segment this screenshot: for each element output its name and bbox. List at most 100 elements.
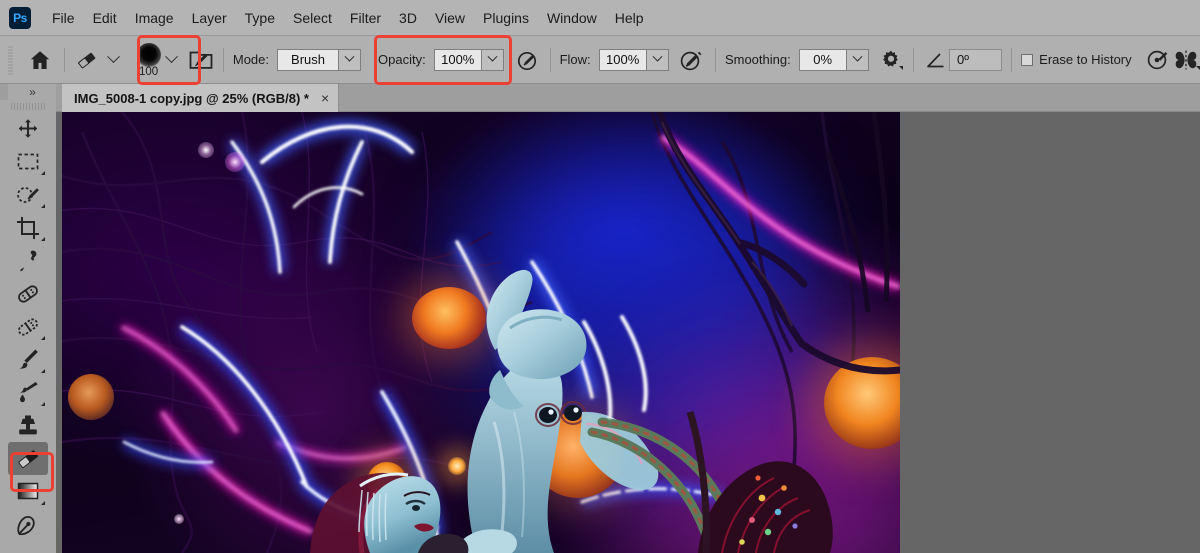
tool-group-corner	[41, 501, 45, 505]
brush-preview-icon	[136, 42, 161, 67]
menu-item-plugins[interactable]: Plugins	[474, 6, 538, 30]
menu-item-layer[interactable]: Layer	[183, 6, 236, 30]
sidebar-item-crop-tool[interactable]	[8, 211, 48, 244]
mode-value[interactable]: Brush	[277, 48, 340, 71]
sidebar-item-eyedropper-tool[interactable]	[8, 244, 48, 277]
gradient-icon	[17, 482, 39, 500]
light-sparkle	[174, 514, 184, 524]
foreground-vines	[655, 112, 900, 375]
eraser-icon	[18, 449, 38, 468]
smoothing-combo[interactable]: 0%	[798, 48, 869, 71]
healing-brush-icon	[18, 317, 38, 336]
menu-item-view[interactable]: View	[426, 6, 474, 30]
tool-group-corner	[41, 237, 45, 241]
divider	[549, 47, 551, 72]
flow-value[interactable]: 100%	[598, 48, 647, 71]
mode-combo[interactable]: Brush	[277, 48, 362, 71]
tool-preset-chevron-down-icon[interactable]	[107, 50, 121, 64]
chevron-glyph	[487, 51, 498, 62]
brush-size-value: 100	[139, 65, 159, 78]
sidebar-item-move-tool[interactable]	[8, 112, 48, 145]
opacity-combo[interactable]: 100%	[433, 48, 504, 71]
smoothing-value[interactable]: 0%	[798, 48, 847, 71]
document-tab-title: IMG_5008-1 copy.jpg @ 25% (RGB/8) *	[74, 90, 309, 106]
tool-options-bar: 100 Mode: Brush Opacity: 100% Flow: 100%…	[0, 36, 1200, 84]
flow-chevron-down-icon[interactable]	[646, 48, 669, 71]
brush-icon	[19, 349, 38, 369]
flow-combo[interactable]: 100%	[598, 48, 669, 71]
opacity-label: Opacity:	[378, 52, 426, 67]
pen-icon	[17, 515, 35, 535]
options-bar-grip[interactable]	[8, 44, 14, 75]
smoothing-label: Smoothing:	[724, 52, 791, 67]
tool-group-corner	[41, 171, 45, 175]
rectangular-marquee-icon	[17, 153, 39, 169]
chevron-glyph	[344, 51, 355, 62]
photoshop-window: Ps File Edit Image Layer Type Select Filter 3D V…	[0, 0, 1200, 553]
tool-group-corner	[41, 402, 45, 406]
smoothing-chevron-down-icon[interactable]	[846, 48, 869, 71]
erase-to-history-label: Erase to History	[1039, 52, 1132, 67]
divider	[714, 47, 716, 72]
divider	[1011, 47, 1013, 72]
canvas-area[interactable]	[56, 112, 1200, 553]
clone-stamp-icon	[19, 415, 37, 434]
menu-item-3d[interactable]: 3D	[390, 6, 426, 30]
mixer-brush-icon	[20, 381, 38, 402]
brush-settings-panel-icon[interactable]	[188, 48, 214, 72]
sidebar-item-mixer-brush-tool[interactable]	[8, 376, 48, 409]
close-icon[interactable]: ×	[321, 91, 329, 105]
menu-item-filter[interactable]: Filter	[341, 6, 390, 30]
brush-angle-icon	[923, 48, 949, 72]
expand-panels-chevron-icon[interactable]: »	[8, 84, 56, 100]
sidebar-item-healing-brush-tool[interactable]	[8, 310, 48, 343]
sidebar-item-brush-tool[interactable]	[8, 343, 48, 376]
tools-panel-grip[interactable]	[11, 103, 45, 110]
brush-preset-chevron-down-icon[interactable]	[165, 50, 178, 64]
mode-chevron-down-icon[interactable]	[339, 48, 362, 71]
smoothing-options-gear-icon[interactable]	[878, 48, 904, 72]
home-icon[interactable]	[25, 45, 55, 75]
quick-selection-icon	[17, 186, 39, 203]
tablet-pressure-size-icon[interactable]	[1144, 48, 1172, 72]
spot-healing-brush-icon	[18, 284, 38, 303]
flow-label: Flow:	[559, 52, 591, 67]
opacity-value[interactable]: 100%	[433, 48, 482, 71]
erase-to-history-option[interactable]: Erase to History	[1021, 52, 1132, 67]
brush-angle-input[interactable]: 0º	[949, 48, 1003, 71]
document-tab-bar: » IMG_5008-1 copy.jpg @ 25% (RGB/8) * ×	[0, 84, 1200, 112]
menu-item-type[interactable]: Type	[236, 6, 284, 30]
mode-label: Mode:	[232, 52, 270, 67]
menu-item-file[interactable]: File	[43, 6, 84, 30]
eraser-tool-preset-icon[interactable]	[74, 47, 100, 73]
light-sparkle	[225, 152, 245, 172]
sidebar-item-spot-healing-brush-tool[interactable]	[8, 277, 48, 310]
tool-group-corner	[41, 204, 45, 208]
menu-item-select[interactable]: Select	[284, 6, 341, 30]
erase-to-history-checkbox[interactable]	[1021, 53, 1034, 66]
sidebar-item-eraser-tool[interactable]	[8, 442, 48, 475]
brush-size-picker[interactable]: 100	[132, 42, 165, 78]
sidebar-item-rectangular-marquee-tool[interactable]	[8, 145, 48, 178]
light-sparkle	[198, 142, 214, 158]
tools-panel	[0, 100, 56, 553]
document-image[interactable]	[62, 112, 900, 553]
eyedropper-icon	[20, 250, 37, 271]
menu-item-help[interactable]: Help	[606, 6, 653, 30]
pressure-opacity-icon[interactable]	[515, 48, 541, 72]
menu-item-window[interactable]: Window	[538, 6, 606, 30]
chevron-glyph	[852, 51, 863, 62]
divider	[64, 47, 66, 72]
opacity-chevron-down-icon[interactable]	[481, 48, 504, 71]
sidebar-item-pen-tool[interactable]	[8, 508, 48, 541]
menu-item-edit[interactable]: Edit	[84, 6, 126, 30]
sidebar-item-quick-selection-tool[interactable]	[8, 178, 48, 211]
document-tab[interactable]: IMG_5008-1 copy.jpg @ 25% (RGB/8) * ×	[62, 84, 340, 112]
menu-bar: Ps File Edit Image Layer Type Select Filter 3D V…	[0, 0, 1200, 36]
sidebar-item-clone-stamp-tool[interactable]	[8, 409, 48, 442]
airbrush-icon[interactable]	[678, 48, 706, 72]
symmetry-butterfly-icon[interactable]	[1172, 48, 1200, 72]
tool-group-corner	[41, 369, 45, 373]
sidebar-item-gradient-tool[interactable]	[8, 475, 48, 508]
menu-item-image[interactable]: Image	[126, 6, 183, 30]
